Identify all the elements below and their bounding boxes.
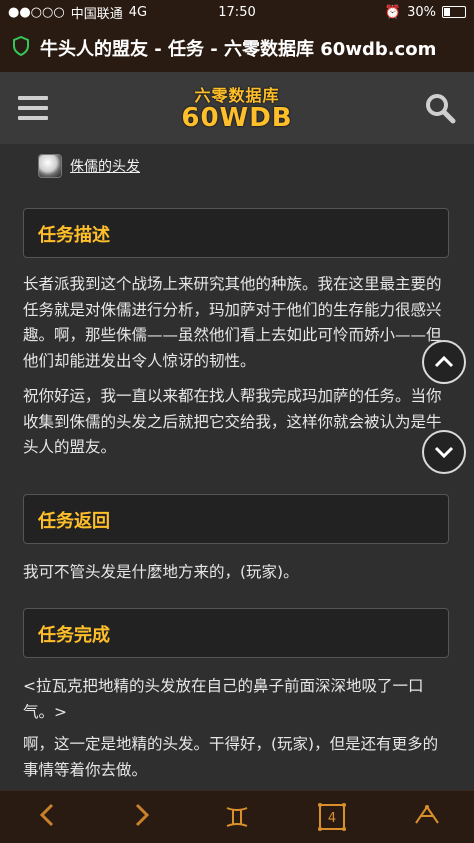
- search-icon[interactable]: [424, 92, 456, 124]
- item-name: 侏儒的头发: [70, 159, 140, 175]
- description-paragraph-1: 长者派我到这个战场上来研究其他的种族。我在这里最主要的任务就是对侏儒进行分析，玛…: [23, 275, 442, 370]
- battery-percent: 30%: [407, 4, 436, 20]
- shield-icon: [12, 35, 30, 60]
- gemini-icon[interactable]: [217, 797, 257, 837]
- tab-count: 4: [328, 811, 336, 826]
- tabs-button[interactable]: 4: [312, 797, 352, 837]
- carrier-name: 中国联通: [70, 6, 123, 22]
- description-paragraph-2: 祝你好运，我一直以来都在找人帮我完成玛加萨的任务。当你收集到侏儒的头发之后就把它…: [23, 387, 442, 456]
- back-button[interactable]: [27, 797, 67, 837]
- logo-en: 60WDB: [181, 103, 293, 133]
- section-header-description: 任务描述: [23, 208, 449, 258]
- complete-paragraph-2: 啊，这一定是地精的头发。干得好，(玩家)，但是还有更多的事情等着你去做。: [23, 735, 439, 779]
- complete-paragraph-1: <拉瓦克把地精的头发放在自己的鼻子前面深深地吸了一口气。>: [23, 677, 424, 721]
- item-icon: [38, 154, 62, 178]
- section-title: 任务完成: [38, 625, 110, 646]
- menu-icon[interactable]: [18, 96, 48, 120]
- status-left: ●●○○○ 中国联通 4G: [8, 3, 147, 22]
- battery-icon: [442, 6, 466, 18]
- network-type: 4G: [128, 4, 148, 20]
- site-header: 六零数据库 60WDB: [0, 72, 474, 145]
- quest-content: 侏儒的头发 任务描述 长者派我到这个战场上来研究其他的种族。我在这里最主要的任务…: [0, 144, 474, 790]
- forward-button[interactable]: [122, 797, 162, 837]
- chevron-right-icon: [134, 803, 150, 831]
- quest-item-link[interactable]: 侏儒的头发: [38, 154, 140, 178]
- status-right: ⏰ 30%: [385, 5, 466, 20]
- browser-title-bar[interactable]: 牛头人的盟友 - 任务 - 六零数据库 60wdb.com: [0, 24, 474, 72]
- browser-toolbar: 4: [0, 790, 474, 843]
- chevron-down-icon: [434, 443, 454, 462]
- section-title: 任务返回: [38, 511, 110, 532]
- section-header-complete: 任务完成: [23, 608, 449, 658]
- return-paragraph: 我可不管头发是什麼地方来的，(玩家)。: [23, 563, 299, 581]
- scroll-up-button[interactable]: [422, 340, 466, 384]
- alarm-icon: ⏰: [384, 4, 402, 20]
- tabs-icon: 4: [317, 803, 346, 831]
- signal-strength: ●●○○○: [8, 4, 65, 20]
- chevron-left-icon: [39, 803, 55, 831]
- page-title: 牛头人的盟友 - 任务 - 六零数据库 60wdb.com: [40, 39, 437, 60]
- section-header-return: 任务返回: [23, 494, 449, 544]
- menu-more-button[interactable]: [407, 797, 447, 837]
- status-bar: ●●○○○ 中国联通 4G 17:50 ⏰ 30%: [0, 0, 474, 24]
- constellation-icon: [412, 803, 442, 831]
- site-logo[interactable]: 六零数据库 60WDB: [181, 82, 293, 133]
- chevron-up-icon: [434, 353, 454, 372]
- scroll-down-button[interactable]: [422, 430, 466, 474]
- section-title: 任务描述: [38, 225, 110, 246]
